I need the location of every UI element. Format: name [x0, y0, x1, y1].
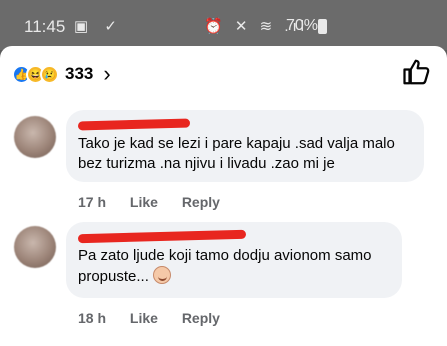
comment-actions: 18 h Like Reply	[78, 310, 240, 326]
comment-time: 18 h	[78, 310, 107, 326]
battery-percent: 70%	[286, 17, 319, 34]
reactions-summary[interactable]: 👍 😆 😢 333 ›	[12, 62, 111, 86]
status-bar: 11:45 ▣ ✓ ⏰ ✕ ≋ .ıl 70%	[0, 0, 447, 50]
like-comment-button[interactable]: Like	[130, 194, 158, 210]
author-redaction	[77, 118, 191, 131]
comment-author[interactable]	[77, 118, 412, 134]
author-redaction	[77, 229, 247, 244]
reaction-count: 333	[65, 64, 94, 83]
sad-icon: 😢	[40, 64, 59, 84]
comment-bubble[interactable]: Tako je kad se lezi i pare kapaju .sad v…	[66, 110, 424, 182]
like-comment-button[interactable]: Like	[130, 310, 158, 326]
comment-actions: 17 h Like Reply	[78, 194, 240, 210]
like-post-button[interactable]	[402, 57, 432, 87]
avatar[interactable]	[14, 116, 56, 158]
previous-comment-fragment	[90, 88, 230, 98]
comments-sheet: 👍 😆 😢 333 › Tako je kad se lezi i pare k…	[0, 46, 447, 346]
battery-icon	[318, 19, 327, 34]
comment-text: Pa zato ljude koji tamo dodju avionom sa…	[78, 247, 372, 285]
facepalm-emoji-icon	[152, 266, 171, 284]
avatar[interactable]	[14, 226, 56, 268]
notification-icons: ▣ ✓	[74, 18, 123, 35]
chevron-right-icon: ›	[103, 61, 111, 86]
comment-bubble[interactable]: Pa zato ljude koji tamo dodju avionom sa…	[66, 222, 402, 298]
reply-comment-button[interactable]: Reply	[182, 194, 220, 210]
comment-author[interactable]	[77, 229, 390, 246]
status-time: 11:45	[24, 17, 66, 36]
comment-time: 17 h	[78, 194, 107, 210]
reply-comment-button[interactable]: Reply	[182, 310, 220, 326]
comment-text: Tako je kad se lezi i pare kapaju .sad v…	[78, 135, 395, 172]
